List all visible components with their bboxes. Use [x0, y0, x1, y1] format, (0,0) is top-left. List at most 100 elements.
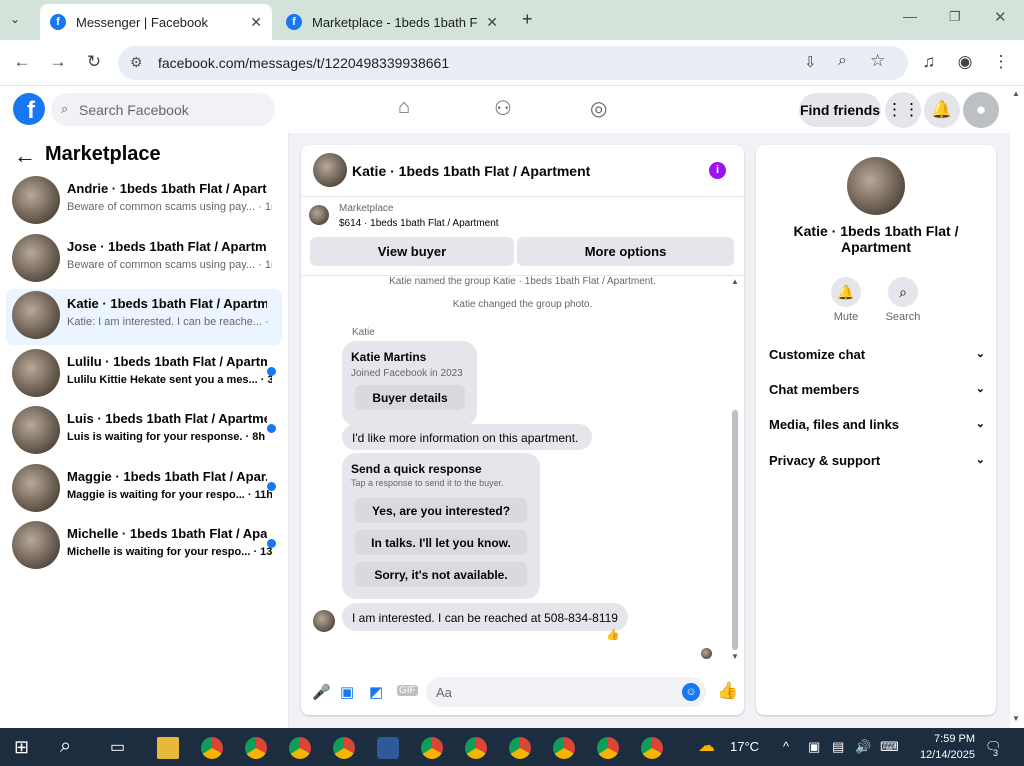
back-icon[interactable]: ←: [11, 52, 33, 72]
volume-icon[interactable]: 🔊: [855, 739, 871, 755]
buyer-details-button[interactable]: Buyer details: [355, 385, 465, 410]
weather-temperature[interactable]: 17°C: [730, 739, 759, 754]
page-scrollbar[interactable]: ▲ ▼: [1010, 87, 1024, 728]
quick-reply-yes-button[interactable]: Yes, are you interested?: [355, 498, 527, 523]
chat-avatar[interactable]: [313, 153, 347, 187]
tray-device-icon[interactable]: ▣: [808, 739, 820, 755]
facebook-logo-icon[interactable]: f: [13, 93, 45, 125]
facebook-search-input[interactable]: ⌕ Search Facebook: [51, 93, 275, 126]
conversation-item[interactable]: Maggie · 1beds 1bath Flat / Apar... Maggi…: [6, 462, 282, 518]
file-explorer-icon[interactable]: [157, 737, 179, 759]
menu-kebab-icon[interactable]: ⋮: [990, 52, 1012, 72]
friends-icon[interactable]: ⚇: [494, 96, 512, 121]
scroll-up-arrow-icon[interactable]: ▲: [731, 277, 739, 286]
conversation-item[interactable]: Andrie · 1beds 1bath Flat / Apartm... Bew…: [6, 174, 282, 230]
chrome-icon[interactable]: [597, 737, 619, 759]
groups-icon[interactable]: ◎: [590, 96, 607, 121]
conversation-snippet: Maggie is waiting for your respo... · 11…: [67, 488, 272, 501]
weather-icon[interactable]: ☁: [698, 736, 715, 756]
close-tab-icon[interactable]: ✕: [486, 14, 498, 31]
back-arrow-icon[interactable]: ←: [14, 143, 36, 169]
info-icon[interactable]: i: [709, 162, 726, 179]
chevron-down-icon: ⌄: [975, 454, 985, 466]
tab-messenger[interactable]: f Messenger | Facebook ✕: [40, 4, 272, 40]
scrollbar-thumb[interactable]: [732, 410, 738, 650]
address-bar[interactable]: ⚙ facebook.com/messages/t/12204983399386…: [118, 46, 908, 80]
mute-button[interactable]: 🔔 Mute: [816, 277, 876, 323]
search-conversation-button[interactable]: ⌕ Search: [873, 277, 933, 323]
new-tab-icon[interactable]: +: [522, 9, 533, 30]
tab-marketplace[interactable]: f Marketplace - 1beds 1bath Flat ✕: [276, 4, 508, 40]
privacy-support-section[interactable]: Privacy & support ⌄: [769, 453, 985, 468]
chrome-icon[interactable]: [509, 737, 531, 759]
microphone-icon[interactable]: 🎤: [312, 683, 331, 701]
bookmark-star-icon[interactable]: ☆: [870, 51, 885, 71]
like-thumbs-up-icon[interactable]: 👍: [717, 681, 738, 701]
minimize-window-icon[interactable]: —: [903, 8, 917, 24]
reload-icon[interactable]: ↻: [83, 52, 105, 72]
message-input[interactable]: Aa ☺: [426, 677, 706, 707]
photo-icon[interactable]: ▣: [340, 683, 354, 701]
pinned-app-icon[interactable]: [377, 737, 399, 759]
unread-dot-icon: [267, 424, 276, 433]
more-options-button[interactable]: More options: [517, 237, 734, 266]
close-tab-icon[interactable]: ✕: [250, 14, 262, 31]
chrome-icon[interactable]: [421, 737, 443, 759]
chrome-icon[interactable]: [245, 737, 267, 759]
gif-icon[interactable]: GIF: [397, 685, 418, 696]
media-files-links-section[interactable]: Media, files and links ⌄: [769, 417, 985, 432]
network-icon[interactable]: ▤: [832, 739, 844, 755]
chrome-icon[interactable]: [641, 737, 663, 759]
home-icon[interactable]: ⌂: [398, 96, 410, 119]
notifications-bell-icon[interactable]: 🔔: [924, 92, 960, 128]
chevron-down-icon: ⌄: [975, 418, 985, 430]
windows-start-icon[interactable]: ⊞: [14, 737, 29, 758]
chat-group-avatar[interactable]: [847, 157, 905, 215]
quick-reply-unavailable-button[interactable]: Sorry, it's not available.: [355, 562, 527, 587]
chat-members-section[interactable]: Chat members ⌄: [769, 382, 985, 397]
scroll-up-arrow-icon[interactable]: ▲: [1012, 89, 1020, 98]
conversation-avatar: [12, 463, 60, 512]
system-clock[interactable]: 7:59 PM 12/14/2025: [915, 731, 975, 763]
install-app-icon[interactable]: ⇩: [804, 53, 817, 71]
chrome-icon[interactable]: [333, 737, 355, 759]
quick-reply-talks-button[interactable]: In talks. I'll let you know.: [355, 530, 527, 555]
emoji-icon[interactable]: ☺: [682, 683, 700, 701]
sticker-icon[interactable]: ◩: [369, 683, 383, 701]
customize-chat-section[interactable]: Customize chat ⌄: [769, 347, 985, 362]
tab-list-dropdown-icon[interactable]: ⌄: [10, 12, 20, 26]
task-view-icon[interactable]: ▭: [110, 737, 125, 757]
chat-title[interactable]: Katie · 1beds 1bath Flat / Apartment: [352, 163, 590, 179]
conversation-item[interactable]: Katie · 1beds 1bath Flat / Apartment Kati…: [6, 289, 282, 345]
panel-title: Marketplace: [45, 143, 161, 165]
show-hidden-icons-icon[interactable]: ^: [783, 739, 789, 754]
conversation-snippet: Michelle is waiting for your respo... · …: [67, 546, 272, 558]
media-control-icon[interactable]: ♫: [918, 52, 940, 72]
restore-window-icon[interactable]: ❐: [949, 9, 961, 25]
thumbs-up-reaction-icon[interactable]: 👍: [606, 628, 620, 641]
sender-avatar[interactable]: [313, 610, 335, 632]
find-friends-button[interactable]: Find friends: [799, 93, 881, 127]
scroll-down-arrow-icon[interactable]: ▼: [1012, 714, 1020, 723]
conversation-item[interactable]: Michelle · 1beds 1bath Flat / Apa... Mich…: [6, 519, 282, 575]
conversation-item[interactable]: Luis · 1beds 1bath Flat / Apartment Luis …: [6, 404, 282, 460]
close-window-icon[interactable]: ✕: [994, 8, 1007, 26]
keyboard-icon[interactable]: ⌨: [880, 739, 899, 755]
conversation-item[interactable]: Lulilu · 1beds 1bath Flat / Apartm... Lul…: [6, 347, 282, 403]
chrome-icon[interactable]: [289, 737, 311, 759]
chrome-icon[interactable]: [553, 737, 575, 759]
conversation-item[interactable]: Jose · 1beds 1bath Flat / Apartment Bewar…: [6, 232, 282, 288]
site-info-icon[interactable]: ⚙: [130, 54, 143, 71]
menu-grid-icon[interactable]: ⋮⋮: [885, 92, 921, 128]
scroll-down-arrow-icon[interactable]: ▼: [731, 652, 739, 661]
taskbar-search-icon[interactable]: ⌕: [60, 735, 71, 758]
profile-icon[interactable]: ◉: [954, 52, 976, 72]
chat-scrollbar[interactable]: ▲ ▼: [731, 277, 739, 661]
chrome-icon[interactable]: [465, 737, 487, 759]
chrome-icon[interactable]: [201, 737, 223, 759]
zoom-icon[interactable]: ⌕: [838, 52, 847, 70]
forward-icon[interactable]: →: [47, 52, 69, 72]
account-avatar-icon[interactable]: ●: [963, 92, 999, 128]
view-buyer-button[interactable]: View buyer: [310, 237, 514, 266]
conversation-snippet: Katie: I am interested. I can be reache.…: [67, 316, 272, 328]
